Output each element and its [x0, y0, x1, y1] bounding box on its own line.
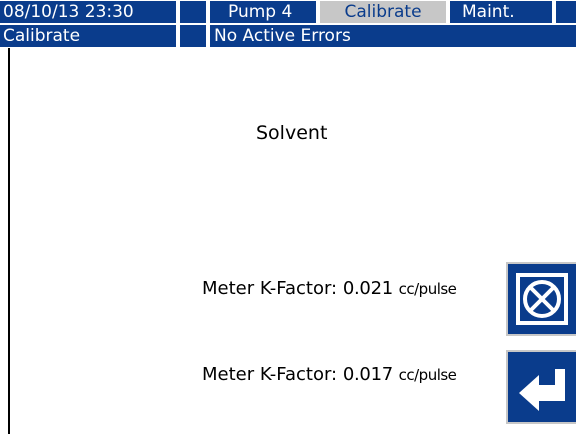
meter-label: Meter K-Factor:: [202, 278, 338, 299]
tab-pump-4[interactable]: Pump 4: [210, 1, 316, 23]
top-status-bar: 08/10/13 23:30 Pump 4 Calibrate Maint. C…: [0, 0, 576, 48]
content-left-border: [8, 48, 10, 434]
cancel-icon: [516, 273, 568, 325]
cancel-button[interactable]: [506, 262, 576, 336]
meter-value: 0.017: [342, 364, 393, 385]
tab-calibrate[interactable]: Calibrate: [320, 1, 446, 23]
meter-row-2: Meter K-Factor: 0.017 cc/pulse: [202, 364, 457, 385]
meter-unit: cc/pulse: [398, 280, 457, 298]
datetime-display: 08/10/13 23:30: [0, 1, 176, 23]
meter-unit: cc/pulse: [398, 366, 457, 384]
status-spacer-2: [180, 25, 206, 47]
enter-button[interactable]: [506, 350, 576, 424]
status-spacer-1: [180, 1, 206, 23]
error-status: No Active Errors: [210, 25, 576, 47]
tab-maint[interactable]: Maint.: [450, 1, 552, 23]
tab-overflow[interactable]: [556, 1, 576, 23]
enter-icon: [519, 369, 565, 411]
meter-label: Meter K-Factor:: [202, 364, 338, 385]
mode-display: Calibrate: [0, 25, 176, 47]
meter-row-1: Meter K-Factor: 0.021 cc/pulse: [202, 278, 457, 299]
meter-value: 0.021: [342, 278, 393, 299]
page-title: Solvent: [256, 122, 328, 144]
